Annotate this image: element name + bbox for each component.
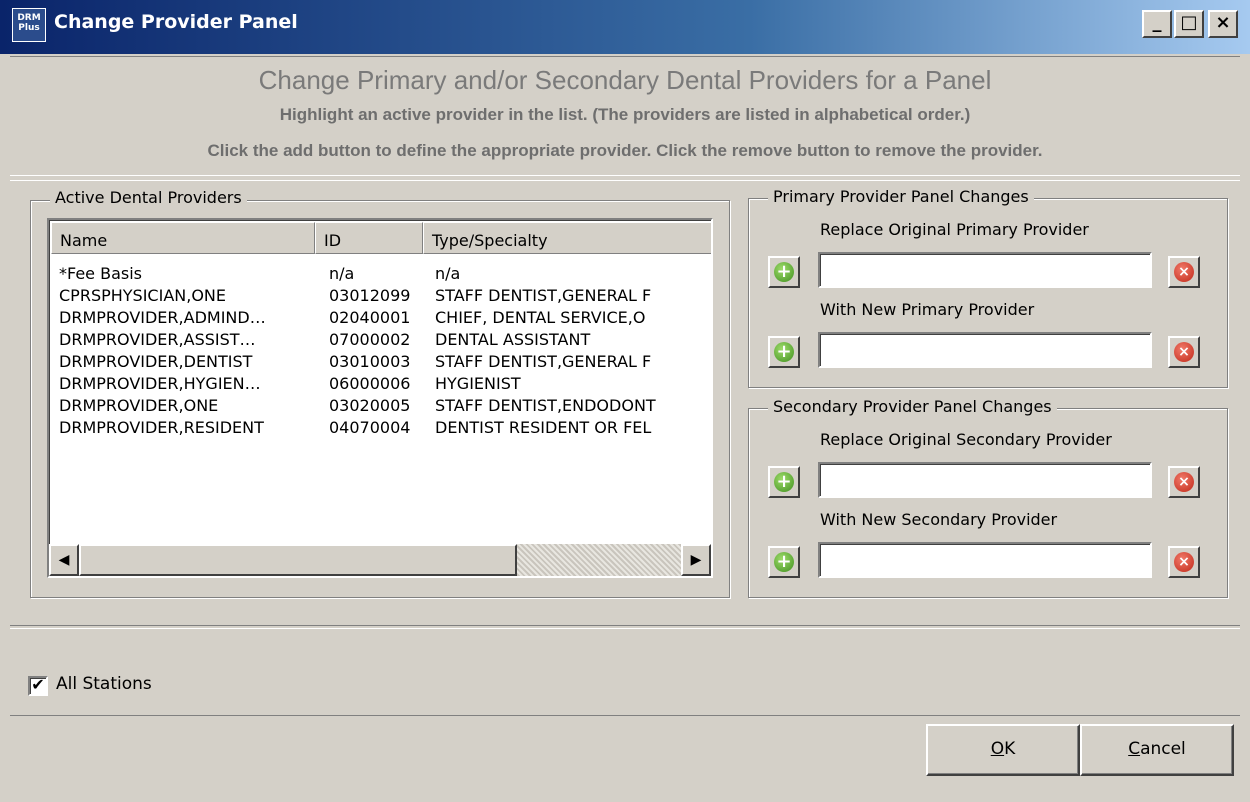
cancel-button[interactable]: Cancel	[1080, 724, 1234, 776]
ok-button[interactable]: OK	[926, 724, 1080, 776]
column-header-name[interactable]: Name	[51, 222, 315, 254]
list-item[interactable]: DRMPROVIDER,ONE 03020005 STAFF DENTIST,E…	[59, 396, 711, 418]
maximize-icon: □	[1180, 12, 1198, 33]
header-panel: Change Primary and/or Secondary Dental P…	[10, 56, 1240, 176]
provider-id: 06000006	[329, 374, 411, 393]
checkmark-icon: ✔	[31, 675, 45, 694]
provider-type: DENTIST RESIDENT OR FEL	[435, 418, 652, 437]
page-title: Change Primary and/or Secondary Dental P…	[258, 65, 992, 95]
minimize-icon: _	[1152, 12, 1162, 33]
new-primary-label: With New Primary Provider	[820, 300, 1035, 319]
all-stations-label[interactable]: All Stations	[56, 674, 152, 694]
provider-type: STAFF DENTIST,GENERAL F	[435, 286, 652, 305]
provider-type: HYGIENIST	[435, 374, 521, 393]
provider-type: n/a	[435, 264, 461, 283]
close-button[interactable]: ×	[1208, 10, 1238, 38]
cancel-label: ancel	[1140, 739, 1186, 759]
minimize-button[interactable]: _	[1142, 10, 1172, 38]
provider-name: DRMPROVIDER,DENTIST	[59, 352, 253, 371]
window-title: Change Provider Panel	[54, 11, 298, 33]
add-replace-primary-button[interactable]: +	[768, 256, 800, 288]
add-new-secondary-button[interactable]: +	[768, 546, 800, 578]
provider-name: *Fee Basis	[59, 264, 142, 283]
add-icon: +	[774, 552, 794, 572]
app-icon-text-bottom: Plus	[18, 23, 40, 33]
column-header-type[interactable]: Type/Specialty	[423, 222, 711, 254]
remove-icon: ×	[1174, 552, 1194, 572]
scroll-left-button[interactable]: ◀	[49, 544, 79, 576]
title-bar[interactable]: DRM Plus Change Provider Panel _ □ ×	[0, 0, 1250, 54]
active-providers-group-title: Active Dental Providers	[50, 188, 247, 207]
secondary-provider-group-title: Secondary Provider Panel Changes	[768, 397, 1057, 416]
provider-name: DRMPROVIDER,ONE	[59, 396, 219, 415]
app-icon-text-top: DRM	[17, 13, 41, 23]
provider-list[interactable]: Name ID Type/Specialty *Fee Basis n/a n/…	[47, 218, 713, 578]
stations-panel	[10, 628, 1240, 716]
remove-new-secondary-button[interactable]: ×	[1168, 546, 1200, 578]
provider-id: n/a	[329, 264, 355, 283]
new-primary-field[interactable]	[818, 332, 1152, 368]
list-item[interactable]: CPRSPHYSICIAN,ONE 03012099 STAFF DENTIST…	[59, 286, 711, 308]
provider-id: 03020005	[329, 396, 411, 415]
arrow-left-icon: ◀	[58, 552, 70, 568]
provider-type: STAFF DENTIST,GENERAL F	[435, 352, 652, 371]
remove-replace-primary-button[interactable]: ×	[1168, 256, 1200, 288]
provider-id: 03010003	[329, 352, 411, 371]
remove-replace-secondary-button[interactable]: ×	[1168, 466, 1200, 498]
add-icon: +	[774, 472, 794, 492]
list-item[interactable]: DRMPROVIDER,ASSIST… 07000002 DENTAL ASSI…	[59, 330, 711, 352]
horizontal-scrollbar[interactable]: ◀ ▶	[49, 544, 711, 576]
provider-name: DRMPROVIDER,ASSIST…	[59, 330, 256, 349]
app-icon: DRM Plus	[12, 8, 46, 42]
primary-provider-group-title: Primary Provider Panel Changes	[768, 187, 1034, 206]
provider-name: DRMPROVIDER,RESIDENT	[59, 418, 264, 437]
arrow-right-icon: ▶	[690, 552, 702, 568]
provider-id: 02040001	[329, 308, 411, 327]
provider-id: 04070004	[329, 418, 411, 437]
list-header: Name ID Type/Specialty	[51, 222, 711, 254]
add-new-primary-button[interactable]: +	[768, 336, 800, 368]
all-stations-checkbox[interactable]: ✔	[28, 676, 48, 696]
provider-name: CPRSPHYSICIAN,ONE	[59, 286, 226, 305]
provider-name: DRMPROVIDER,ADMIND…	[59, 308, 266, 327]
remove-new-primary-button[interactable]: ×	[1168, 336, 1200, 368]
add-icon: +	[774, 342, 794, 362]
replace-primary-label: Replace Original Primary Provider	[820, 220, 1089, 239]
ok-label: K	[1004, 739, 1016, 759]
add-replace-secondary-button[interactable]: +	[768, 466, 800, 498]
list-item[interactable]: DRMPROVIDER,RESIDENT 04070004 DENTIST RE…	[59, 418, 711, 440]
provider-name: DRMPROVIDER,HYGIEN…	[59, 374, 261, 393]
provider-type: CHIEF, DENTAL SERVICE,O	[435, 308, 646, 327]
ok-mnemonic: O	[990, 739, 1005, 759]
maximize-button[interactable]: □	[1174, 10, 1204, 38]
close-icon: ×	[1215, 12, 1231, 33]
new-secondary-label: With New Secondary Provider	[820, 510, 1058, 529]
instruction-text-1: Highlight an active provider in the list…	[279, 105, 971, 124]
list-item[interactable]: DRMPROVIDER,DENTIST 03010003 STAFF DENTI…	[59, 352, 711, 374]
provider-id: 03012099	[329, 286, 411, 305]
replace-secondary-field[interactable]	[818, 462, 1152, 498]
scroll-right-button[interactable]: ▶	[681, 544, 711, 576]
replace-secondary-label: Replace Original Secondary Provider	[820, 430, 1112, 449]
add-icon: +	[774, 262, 794, 282]
provider-id: 07000002	[329, 330, 411, 349]
remove-icon: ×	[1174, 342, 1194, 362]
column-header-id[interactable]: ID	[315, 222, 423, 254]
list-item[interactable]: DRMPROVIDER,HYGIEN… 06000006 HYGIENIST	[59, 374, 711, 396]
scroll-thumb[interactable]	[79, 544, 517, 576]
cancel-mnemonic: C	[1128, 739, 1141, 759]
provider-type: STAFF DENTIST,ENDODONT	[435, 396, 656, 415]
replace-primary-field[interactable]	[818, 252, 1152, 288]
new-secondary-field[interactable]	[818, 542, 1152, 578]
provider-type: DENTAL ASSISTANT	[435, 330, 591, 349]
remove-icon: ×	[1174, 262, 1194, 282]
remove-icon: ×	[1174, 472, 1194, 492]
instruction-text-2: Click the add button to define the appro…	[207, 141, 1043, 160]
list-item[interactable]: DRMPROVIDER,ADMIND… 02040001 CHIEF, DENT…	[59, 308, 711, 330]
list-item[interactable]: *Fee Basis n/a n/a	[59, 264, 711, 286]
